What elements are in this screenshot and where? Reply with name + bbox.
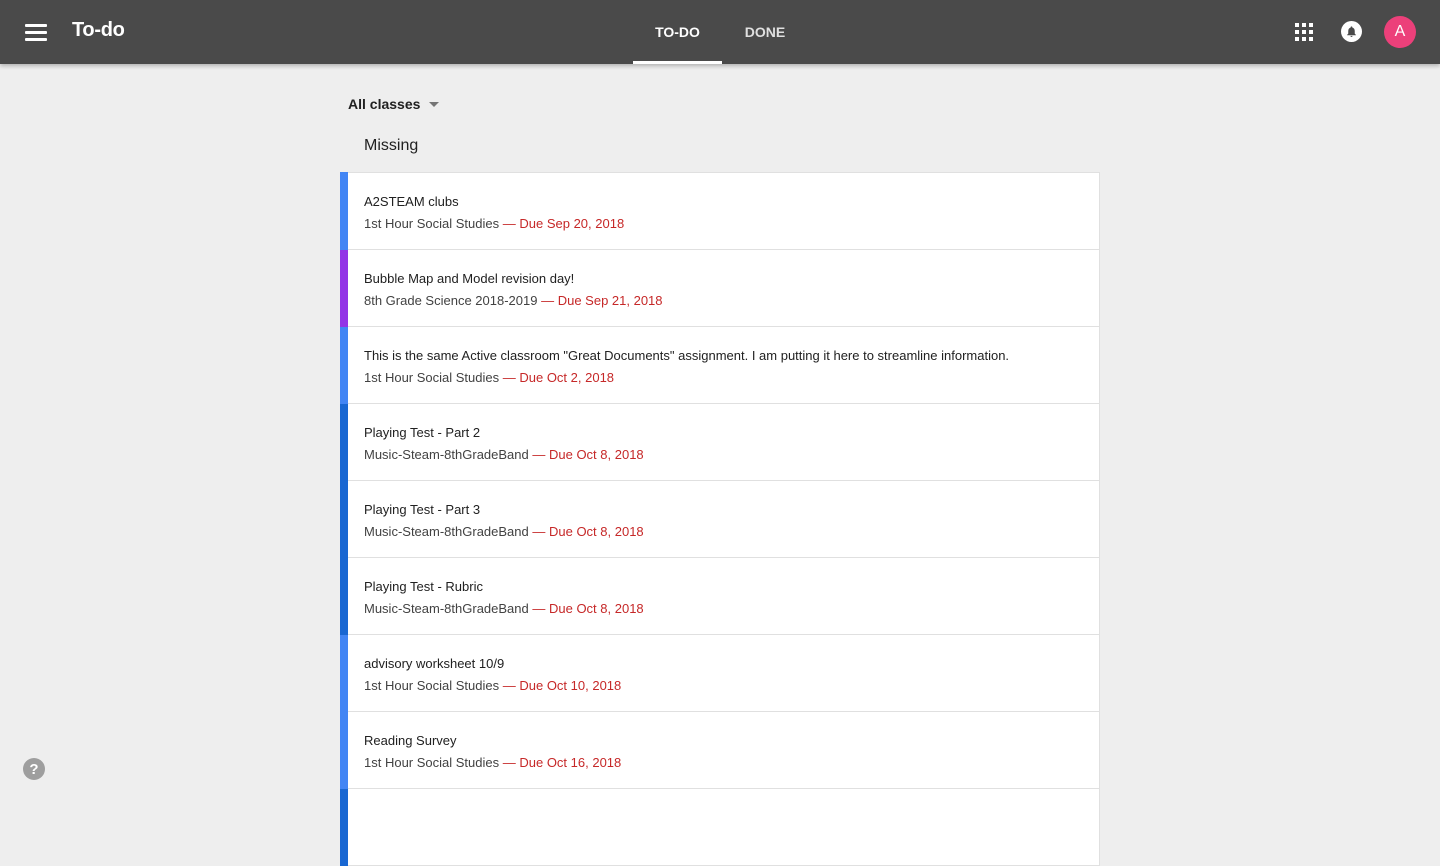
list-item[interactable]: Playing Test - Part 3 Music-Steam-8thGrad… xyxy=(340,481,1100,558)
assignment-meta: 1st Hour Social Studies — Due Oct 10, 20… xyxy=(364,678,621,693)
tab-todo[interactable]: TO-DO xyxy=(633,0,722,64)
due-date: — Due Oct 2, 2018 xyxy=(502,370,615,385)
assignment-title: Reading Survey xyxy=(364,733,457,748)
list-item[interactable] xyxy=(340,789,1100,866)
top-app-bar: To-do TO-DO DONE A xyxy=(0,0,1440,64)
list-item[interactable]: This is the same Active classroom "Great… xyxy=(340,327,1100,404)
assignment-meta: 1st Hour Social Studies — Due Sep 20, 20… xyxy=(364,216,624,231)
list-item[interactable]: advisory worksheet 10/9 1st Hour Social S… xyxy=(340,635,1100,712)
due-date: — Due Oct 8, 2018 xyxy=(532,524,644,539)
class-color-bar xyxy=(340,558,348,635)
class-name: 8th Grade Science 2018-2019 xyxy=(364,293,538,308)
class-color-bar xyxy=(340,404,348,481)
list-item[interactable]: Reading Survey 1st Hour Social Studies — … xyxy=(340,712,1100,789)
page-title: To-do xyxy=(72,19,125,41)
tab-done[interactable]: DONE xyxy=(722,0,808,64)
due-date: — Due Sep 20, 2018 xyxy=(502,216,625,231)
help-icon[interactable]: ? xyxy=(23,758,45,780)
due-date: — Due Oct 16, 2018 xyxy=(502,755,622,770)
assignment-list: A2STEAM clubs 1st Hour Social Studies — D… xyxy=(340,172,1100,866)
assignment-meta: 1st Hour Social Studies — Due Oct 16, 20… xyxy=(364,755,621,770)
class-color-bar xyxy=(340,789,348,866)
class-name: Music-Steam-8thGradeBand xyxy=(364,524,529,539)
class-name: Music-Steam-8thGradeBand xyxy=(364,447,529,462)
class-color-bar xyxy=(340,327,348,404)
class-color-bar xyxy=(340,712,348,789)
tab-bar: TO-DO DONE xyxy=(633,0,808,64)
assignment-meta: 8th Grade Science 2018-2019 — Due Sep 21… xyxy=(364,293,663,308)
class-name: 1st Hour Social Studies xyxy=(364,216,500,231)
class-name: 1st Hour Social Studies xyxy=(364,678,500,693)
assignment-meta: Music-Steam-8thGradeBand — Due Oct 8, 20… xyxy=(364,447,644,462)
assignment-title: This is the same Active classroom "Great… xyxy=(364,348,1010,363)
due-date: — Due Oct 8, 2018 xyxy=(532,601,644,616)
list-item[interactable]: Playing Test - Part 2 Music-Steam-8thGrad… xyxy=(340,404,1100,481)
class-name: Music-Steam-8thGradeBand xyxy=(364,601,529,616)
class-filter-label: All classes xyxy=(348,96,421,112)
list-item[interactable]: Playing Test - Rubric Music-Steam-8thGrad… xyxy=(340,558,1100,635)
class-name: 1st Hour Social Studies xyxy=(364,755,500,770)
bell-icon[interactable] xyxy=(1341,21,1362,42)
due-date: — Due Oct 8, 2018 xyxy=(532,447,644,462)
class-color-bar xyxy=(340,172,348,250)
section-heading: Missing xyxy=(364,137,419,154)
class-name: 1st Hour Social Studies xyxy=(364,370,500,385)
apps-icon[interactable] xyxy=(1295,23,1313,41)
due-date: — Due Oct 10, 2018 xyxy=(502,678,622,693)
assignment-title: advisory worksheet 10/9 xyxy=(364,656,505,671)
menu-icon[interactable] xyxy=(20,20,52,44)
assignment-title: A2STEAM clubs xyxy=(364,194,459,209)
assignment-title: Playing Test - Rubric xyxy=(364,579,483,594)
class-color-bar xyxy=(340,250,348,327)
assignment-meta: Music-Steam-8thGradeBand — Due Oct 8, 20… xyxy=(364,601,644,616)
assignment-meta: 1st Hour Social Studies — Due Oct 2, 201… xyxy=(364,370,614,385)
list-item[interactable]: A2STEAM clubs 1st Hour Social Studies — D… xyxy=(340,172,1100,250)
assignment-meta: Music-Steam-8thGradeBand — Due Oct 8, 20… xyxy=(364,524,644,539)
assignment-title: Bubble Map and Model revision day! xyxy=(364,271,575,286)
avatar[interactable]: A xyxy=(1384,16,1416,48)
assignment-title: Playing Test - Part 3 xyxy=(364,502,481,517)
due-date: — Due Sep 21, 2018 xyxy=(541,293,663,308)
class-filter-dropdown[interactable]: All classes xyxy=(348,96,440,112)
class-color-bar xyxy=(340,481,348,558)
list-item[interactable]: Bubble Map and Model revision day! 8th Gr… xyxy=(340,250,1100,327)
assignment-title: Playing Test - Part 2 xyxy=(364,425,481,440)
chevron-down-icon xyxy=(429,102,440,107)
class-color-bar xyxy=(340,635,348,712)
